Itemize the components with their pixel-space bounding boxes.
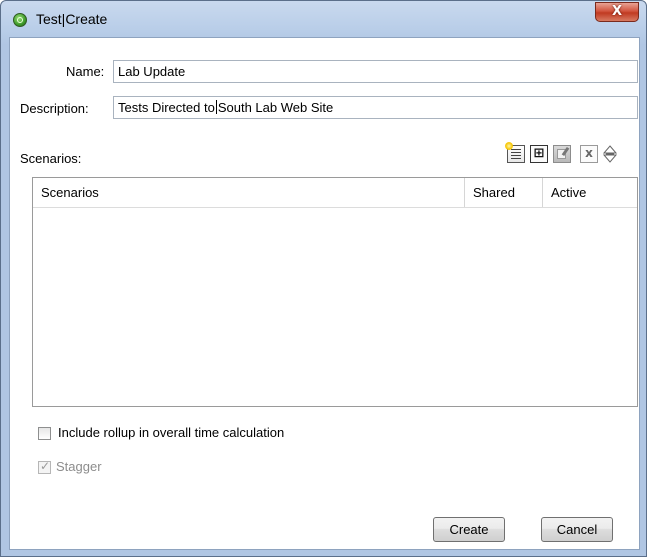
column-header-active[interactable]: Active <box>543 178 637 207</box>
delete-glyph: x <box>585 146 593 160</box>
scenarios-label: Scenarios: <box>20 151 82 166</box>
column-header-scenarios[interactable]: Scenarios <box>33 178 465 207</box>
scenarios-table[interactable]: Scenarios Shared Active <box>32 177 638 407</box>
description-label: Description: <box>20 101 89 116</box>
dialog-content: Name: Lab Update Description: Tests Dire… <box>9 37 640 550</box>
add-scenario-icon[interactable] <box>505 142 525 163</box>
description-field[interactable]: Tests Directed to South Lab Web Site <box>113 96 638 119</box>
description-value-before-caret: Tests Directed to <box>118 100 215 115</box>
column-header-shared[interactable]: Shared <box>465 178 543 207</box>
close-icon: X <box>611 4 623 19</box>
window-title: Test|Create <box>36 11 108 27</box>
name-field-value: Lab Update <box>118 64 186 79</box>
dialog-window: Test|Create X Name: Lab Update Descripti… <box>0 0 647 557</box>
cancel-button[interactable]: Cancel <box>541 517 613 542</box>
rollup-checkbox[interactable] <box>38 427 51 440</box>
app-icon <box>13 13 27 27</box>
text-caret <box>215 100 217 114</box>
rollup-label[interactable]: Include rollup in overall time calculati… <box>58 425 284 440</box>
add-row-icon[interactable]: ⊞ <box>530 145 548 163</box>
title-bar[interactable]: Test|Create X <box>1 1 646 37</box>
edit-icon[interactable] <box>553 145 571 163</box>
sort-icon[interactable] <box>603 145 617 163</box>
stagger-checkbox[interactable]: ✓ <box>38 459 51 474</box>
check-icon: ✓ <box>40 459 51 473</box>
create-button[interactable]: Create <box>433 517 505 542</box>
stagger-label[interactable]: Stagger <box>56 459 102 474</box>
delete-icon[interactable]: x <box>580 145 598 163</box>
close-button[interactable]: X <box>595 2 639 22</box>
scenarios-table-header: Scenarios Shared Active <box>33 178 637 208</box>
name-label: Name: <box>66 64 105 79</box>
scenarios-table-body <box>33 208 637 406</box>
add-row-glyph: ⊞ <box>533 146 545 161</box>
name-field[interactable]: Lab Update <box>113 60 638 83</box>
description-value-after-caret: South Lab Web Site <box>217 100 334 115</box>
